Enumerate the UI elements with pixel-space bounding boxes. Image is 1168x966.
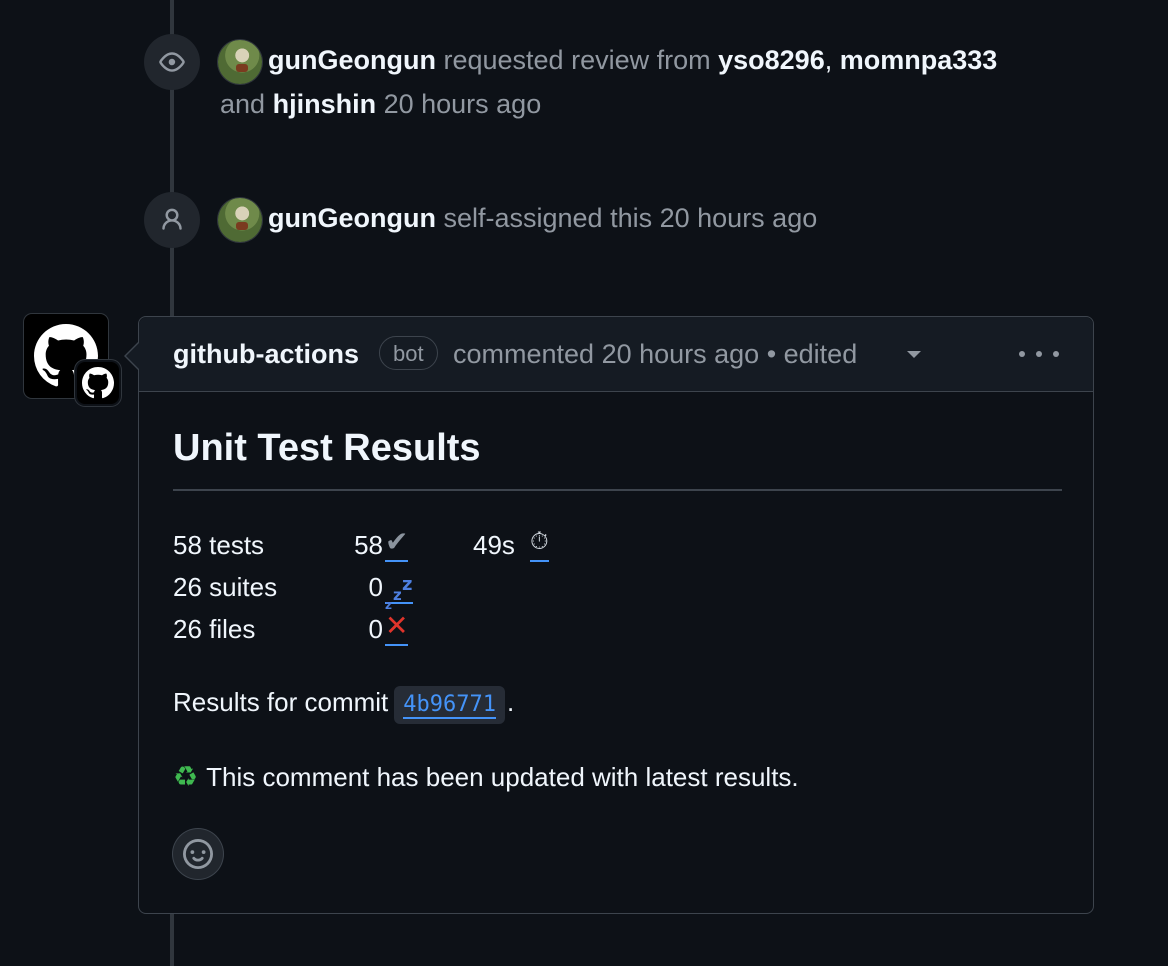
commit-prefix: Results for commit bbox=[173, 687, 389, 717]
kebab-horizontal-icon[interactable] bbox=[1019, 341, 1059, 367]
stat-num: 58 bbox=[354, 530, 383, 560]
comment-header: github-actions bot commented 20 hours ag… bbox=[139, 317, 1093, 392]
update-note: ♻ This comment has been updated with lat… bbox=[173, 757, 799, 797]
skipped-zzz-icon[interactable]: z z z bbox=[385, 566, 413, 612]
stat-label: 58 tests bbox=[173, 530, 265, 560]
commit-line: Results for commit 4b96771. bbox=[173, 682, 514, 724]
eye-icon bbox=[159, 52, 185, 72]
stat-row: 26 files 0 ✕ bbox=[173, 608, 773, 650]
stat-row: 26 suites 0 z z z bbox=[173, 566, 773, 612]
self-assign-text: gunGeongun self-assigned this 20 hours a… bbox=[268, 196, 1068, 240]
update-text: This comment has been updated with lates… bbox=[206, 762, 799, 792]
actor-link[interactable]: gunGeongun bbox=[268, 203, 436, 233]
recycle-icon: ♻ bbox=[173, 761, 199, 792]
action-text: self-assigned this bbox=[443, 203, 653, 233]
timestamp[interactable]: 20 hours ago bbox=[660, 203, 818, 233]
review-badge bbox=[144, 34, 200, 90]
stat-label: 26 files bbox=[173, 614, 256, 644]
add-reaction-button[interactable] bbox=[173, 829, 223, 879]
comment-arrow-inner bbox=[126, 343, 139, 369]
reviewer-link[interactable]: hjinshin bbox=[273, 89, 377, 119]
failed-x-icon[interactable]: ✕ bbox=[385, 608, 409, 646]
reviewer-link[interactable]: momnpa333 bbox=[840, 45, 998, 75]
stat-label: 26 suites bbox=[173, 572, 278, 602]
smiley-icon bbox=[183, 839, 213, 869]
passed-check-icon[interactable]: ✔ bbox=[385, 524, 409, 562]
chevron-down-icon[interactable] bbox=[907, 351, 921, 358]
actor-link[interactable]: gunGeongun bbox=[268, 45, 436, 75]
bot-badge: bot bbox=[379, 336, 438, 370]
github-app-icon bbox=[82, 367, 114, 399]
stat-num: 0 bbox=[368, 614, 383, 644]
bot-app-badge bbox=[77, 362, 119, 404]
review-request-text: gunGeongun requested review from yso8296… bbox=[268, 38, 1068, 82]
action-text: requested review from bbox=[443, 45, 711, 75]
commit-hash-link[interactable]: 4b96771 bbox=[394, 686, 505, 724]
reviewer-link[interactable]: yso8296 bbox=[718, 45, 825, 75]
avatar[interactable] bbox=[218, 40, 262, 84]
conjunction-text: and bbox=[220, 89, 266, 119]
duration-text: 49s bbox=[473, 530, 515, 560]
stat-row: 58 tests 58 ✔ 49s ⏱ bbox=[173, 524, 773, 566]
commit-suffix: . bbox=[506, 687, 515, 717]
separator: , bbox=[824, 45, 833, 75]
review-request-text-line2: and hjinshin 20 hours ago bbox=[220, 82, 1100, 126]
person-icon bbox=[162, 208, 182, 230]
avatar[interactable] bbox=[218, 198, 262, 242]
comment-card: github-actions bot commented 20 hours ag… bbox=[138, 316, 1094, 914]
timestamp[interactable]: 20 hours ago bbox=[384, 89, 542, 119]
title-divider bbox=[173, 489, 1062, 491]
stopwatch-icon[interactable]: ⏱ bbox=[530, 524, 549, 562]
assign-badge bbox=[144, 192, 200, 248]
comment-meta[interactable]: commented 20 hours ago • edited bbox=[453, 317, 857, 391]
comment-title: Unit Test Results bbox=[173, 427, 481, 469]
stat-num: 0 bbox=[368, 572, 383, 602]
comment-author-link[interactable]: github-actions bbox=[173, 317, 359, 391]
